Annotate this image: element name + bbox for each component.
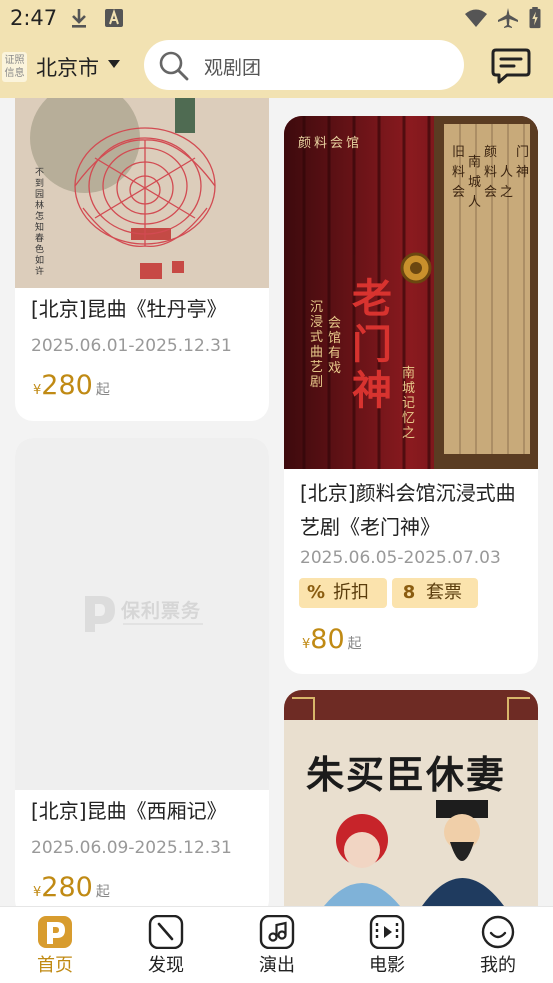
music-note-icon [259, 915, 295, 949]
show-date: 2025.06.05-2025.07.03 [300, 548, 501, 568]
svg-text:会: 会 [484, 185, 497, 200]
svg-text:之: 之 [500, 185, 513, 200]
city-selector[interactable]: 北京市 [36, 52, 99, 82]
svg-text:南: 南 [468, 154, 481, 170]
svg-text:会: 会 [452, 185, 465, 200]
license-info-button[interactable]: 证照 信息 [2, 52, 27, 82]
nav-shows[interactable]: 演出 [237, 915, 317, 977]
app-header: 证照 信息 北京市 观剧团 [0, 38, 553, 98]
bottom-navigation: 首页 发现 演出 电影 我的 [0, 906, 553, 983]
show-price: ¥280 起 [33, 370, 110, 401]
poster-title: 朱买臣休妻 [306, 752, 507, 797]
nav-movies-label: 电影 [369, 955, 405, 976]
show-card-mudanting[interactable]: 不到园林怎知春色如许 [北京]昆曲《牡丹亭》 2025.06.01-2025.1… [15, 98, 269, 421]
show-title: [北京]颜料会馆沉浸式曲 艺剧《老门神》 [300, 476, 516, 544]
message-icon[interactable] [490, 45, 532, 85]
airplane-icon [498, 8, 518, 28]
ticket-icon: 8 [402, 582, 416, 603]
poster-zhumaichen: 朱买臣休妻 [284, 690, 538, 906]
poster-brand: 颜料会馆 [298, 136, 363, 151]
show-card-laomenshen[interactable]: 旧料会 南城人 颜料会 人之 门神 颜料会馆 老门神 沉浸式曲艺剧 会馆有戏 南… [284, 116, 538, 674]
smile-icon [481, 915, 515, 949]
poster-laomenshen: 旧料会 南城人 颜料会 人之 门神 颜料会馆 老门神 沉浸式曲艺剧 会馆有戏 南… [284, 116, 538, 469]
package-ticket-label: 套票 [426, 582, 462, 603]
show-date: 2025.06.09-2025.12.31 [31, 838, 232, 858]
poster-tagline-3: 南城记忆之 [402, 366, 416, 441]
poster-tagline-1: 沉浸式曲艺剧 [310, 300, 324, 390]
show-title: [北京]昆曲《西厢记》 [31, 799, 227, 823]
nav-movies[interactable]: 电影 [347, 915, 427, 977]
peony-illustration [15, 98, 269, 288]
status-bar: 2:47 [0, 0, 553, 38]
license-info-line2: 信息 [4, 68, 25, 79]
show-title-line2: 艺剧《老门神》 [300, 515, 440, 539]
svg-text:料: 料 [484, 165, 497, 180]
discount-tag: % 折扣 [299, 578, 387, 608]
nav-discover[interactable]: 发现 [126, 915, 206, 977]
font-icon [105, 8, 123, 27]
nav-profile-label: 我的 [480, 955, 516, 976]
compass-icon [148, 915, 184, 949]
film-icon [369, 915, 405, 949]
caret-down-icon[interactable] [108, 60, 120, 68]
status-time: 2:47 [10, 6, 58, 30]
svg-text:门: 门 [516, 145, 529, 160]
svg-text:料: 料 [452, 165, 465, 180]
battery-icon [529, 7, 541, 29]
nav-home-label: 首页 [37, 955, 73, 976]
poster-tagline-2: 会馆有戏 [328, 316, 342, 376]
download-icon [72, 9, 86, 28]
poster-vertical-text: 不到园林怎知春色如许 [35, 168, 45, 277]
svg-text:人: 人 [500, 165, 513, 180]
nav-home[interactable]: 首页 [15, 915, 95, 977]
poly-logo-icon [85, 596, 115, 632]
svg-text:旧: 旧 [452, 145, 465, 160]
show-price: ¥280 起 [33, 872, 110, 903]
search-icon [159, 51, 189, 81]
svg-text:神: 神 [516, 165, 529, 180]
show-card-zhumaichen[interactable]: 朱买臣休妻 [284, 690, 538, 906]
license-info-line1: 证照 [4, 55, 25, 66]
percent-icon: % [306, 582, 326, 603]
poster-mudanting: 不到园林怎知春色如许 [15, 98, 269, 288]
show-date: 2025.06.01-2025.12.31 [31, 336, 232, 356]
nav-shows-label: 演出 [259, 955, 295, 976]
nav-profile[interactable]: 我的 [458, 915, 538, 977]
discount-tag-label: 折扣 [333, 582, 369, 603]
show-price: ¥80 起 [302, 624, 362, 655]
show-title: [北京]昆曲《牡丹亭》 [31, 297, 227, 321]
poster-placeholder: 保利票务 [15, 438, 269, 790]
search-placeholder: 观剧团 [204, 57, 262, 79]
search-input[interactable]: 观剧团 [144, 40, 464, 90]
svg-text:人: 人 [468, 195, 481, 210]
svg-text:颜: 颜 [484, 144, 497, 160]
show-card-xixiangji[interactable]: 保利票务 [北京]昆曲《西厢记》 2025.06.09-2025.12.31 ¥… [15, 438, 269, 906]
placeholder-logo-text: 保利票务 [121, 600, 202, 622]
poster-big-title: 老门神 [352, 275, 392, 414]
placeholder-slogan-line [123, 623, 203, 625]
home-logo-icon [38, 916, 72, 948]
show-title-line1: [北京]颜料会馆沉浸式曲 [300, 481, 516, 505]
show-feed[interactable]: 不到园林怎知春色如许 [北京]昆曲《牡丹亭》 2025.06.01-2025.1… [0, 98, 553, 906]
wifi-icon [465, 9, 487, 27]
nav-discover-label: 发现 [148, 955, 184, 976]
svg-text:城: 城 [468, 175, 481, 190]
package-ticket-tag: 8 套票 [392, 578, 478, 608]
